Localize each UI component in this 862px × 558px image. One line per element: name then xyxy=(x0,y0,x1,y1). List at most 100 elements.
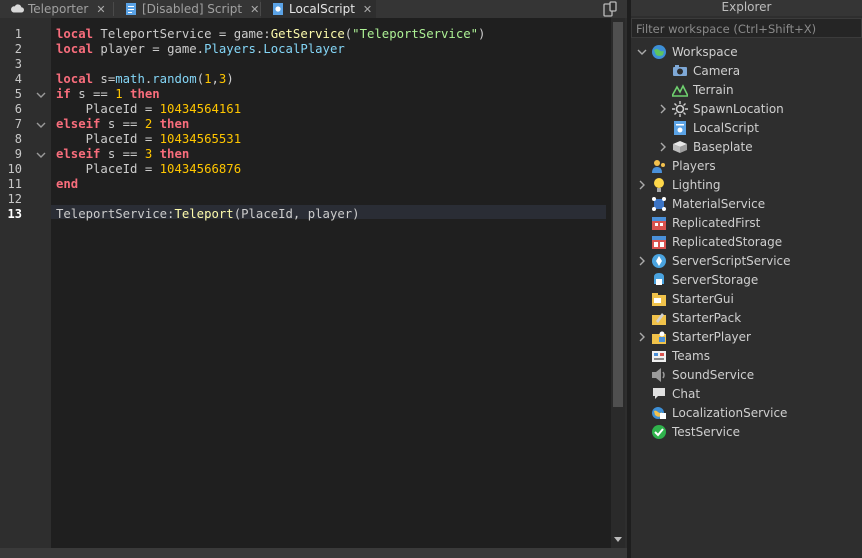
explorer-item-teams[interactable]: Teams xyxy=(636,346,710,365)
explorer-item-lighting[interactable]: Lighting xyxy=(636,175,721,194)
scroll-down-arrow-icon[interactable] xyxy=(611,532,625,546)
cloud-icon xyxy=(10,2,24,16)
localscript-icon xyxy=(672,120,688,136)
line-number: 10 xyxy=(7,162,22,176)
explorer-item-replicatedstorage[interactable]: ReplicatedStorage xyxy=(636,232,782,251)
serverscriptservice-icon xyxy=(651,253,667,269)
explorer-item-label: Workspace xyxy=(672,44,738,59)
code-token: s == xyxy=(100,117,145,131)
fold-chevron-icon[interactable] xyxy=(36,119,46,129)
chevron-right-icon[interactable] xyxy=(636,179,648,191)
chevron-right-icon[interactable] xyxy=(657,141,669,153)
close-icon[interactable]: ✕ xyxy=(363,3,372,16)
explorer-item-label: SpawnLocation xyxy=(693,101,784,116)
explorer-item-soundservice[interactable]: SoundService xyxy=(636,365,754,384)
explorer-item-chat[interactable]: Chat xyxy=(636,384,700,403)
horizontal-scrollbar[interactable] xyxy=(0,548,627,558)
explorer-item-startergui[interactable]: StarterGui xyxy=(636,289,734,308)
chevron-right-icon[interactable] xyxy=(636,331,648,343)
chevron-right-icon[interactable] xyxy=(657,103,669,115)
code-token: end xyxy=(56,177,79,191)
line-number: 3 xyxy=(14,57,22,71)
explorer-title: Explorer xyxy=(631,0,862,16)
code-editor[interactable]: local TeleportService = game:GetService (… xyxy=(51,18,611,548)
tree-arrow-spacer xyxy=(636,350,648,362)
spawnlocation-icon xyxy=(672,100,688,117)
explorer-item-label: Players xyxy=(672,158,716,173)
line-number: 13 xyxy=(7,207,22,221)
chevron-right-icon[interactable] xyxy=(636,255,648,267)
code-token: Teleport xyxy=(174,207,234,221)
explorer-item-serverstorage[interactable]: ServerStorage xyxy=(636,270,758,289)
tab-label: [Disabled] Script xyxy=(142,2,243,16)
explorer-item-workspace[interactable]: Workspace xyxy=(636,42,738,61)
code-token: player = game. xyxy=(93,42,205,56)
explorer-item-starterplayer[interactable]: StarterPlayer xyxy=(636,327,751,346)
vertical-scrollbar[interactable] xyxy=(611,18,625,548)
explorer-item-baseplate[interactable]: Baseplate xyxy=(657,137,753,156)
explorer-item-label: Chat xyxy=(672,386,701,401)
code-line: if s == 1 then xyxy=(56,87,160,102)
explorer-item-replicatedfirst[interactable]: ReplicatedFirst xyxy=(636,213,760,232)
explorer-item-localizationservice[interactable]: LocalizationService xyxy=(636,403,787,422)
code-token: local xyxy=(56,72,94,86)
tab-label: LocalScript xyxy=(289,2,355,16)
scrollbar-thumb[interactable] xyxy=(613,22,623,407)
lighting-icon xyxy=(651,177,667,193)
starterpack-icon xyxy=(651,310,667,326)
line-number: 5 xyxy=(14,87,22,101)
explorer-panel: Explorer Filter workspace (Ctrl+Shift+X)… xyxy=(631,0,862,558)
explorer-item-players[interactable]: Players xyxy=(636,156,716,175)
explorer-item-label: StarterPlayer xyxy=(672,329,751,344)
code-token: 10434566876 xyxy=(159,162,242,176)
tree-arrow-spacer xyxy=(636,312,648,324)
code-line: PlaceId = 10434565531 xyxy=(56,132,241,147)
code-token: elseif xyxy=(56,147,101,161)
explorer-item-label: Terrain xyxy=(693,82,734,97)
code-token: GetService xyxy=(270,27,345,41)
close-icon[interactable]: ✕ xyxy=(96,3,105,16)
line-number: 7 xyxy=(14,117,22,131)
device-toggle-icon[interactable] xyxy=(600,0,620,18)
explorer-item-label: ServerScriptService xyxy=(672,253,791,268)
explorer-item-terrain[interactable]: Terrain xyxy=(657,80,734,99)
code-token: local xyxy=(56,27,94,41)
explorer-item-testservice[interactable]: TestService xyxy=(636,422,740,441)
localscript-icon xyxy=(271,2,285,16)
tree-arrow-spacer xyxy=(636,274,648,286)
explorer-item-spawnlocation[interactable]: SpawnLocation xyxy=(657,99,784,118)
tab-disabled-script[interactable]: [Disabled] Script ✕ xyxy=(114,0,260,18)
tab-localscript[interactable]: LocalScript ✕ xyxy=(261,0,376,18)
close-icon[interactable]: ✕ xyxy=(250,3,259,16)
tree-arrow-spacer xyxy=(636,198,648,210)
replicatedstorage-icon xyxy=(651,234,667,250)
code-token: 1 xyxy=(115,87,123,101)
line-number: 6 xyxy=(14,102,22,116)
explorer-item-starterpack[interactable]: StarterPack xyxy=(636,308,741,327)
code-token: "TeleportService" xyxy=(352,27,479,41)
code-token: math xyxy=(115,72,145,86)
code-line: local s=math.random(1,3) xyxy=(56,72,234,87)
tree-arrow-spacer xyxy=(636,388,648,400)
code-token: 10434565531 xyxy=(159,132,242,146)
script-icon xyxy=(124,2,138,16)
tab-bar: Teleporter ✕ [Disabled] Script ✕ LocalSc… xyxy=(0,0,627,18)
explorer-filter-input[interactable]: Filter workspace (Ctrl+Shift+X) xyxy=(631,18,862,38)
line-number: 11 xyxy=(7,177,22,191)
explorer-item-localscript[interactable]: LocalScript xyxy=(657,118,759,137)
explorer-item-materialservice[interactable]: MaterialService xyxy=(636,194,765,213)
explorer-item-camera[interactable]: Camera xyxy=(657,61,740,80)
chevron-down-icon[interactable] xyxy=(636,46,648,58)
line-number: 8 xyxy=(14,132,22,146)
explorer-item-label: LocalScript xyxy=(693,120,759,135)
explorer-item-serverscriptservice[interactable]: ServerScriptService xyxy=(636,251,791,270)
camera-icon xyxy=(672,63,688,79)
fold-chevron-icon[interactable] xyxy=(36,89,46,99)
explorer-item-label: ReplicatedFirst xyxy=(672,215,761,230)
code-line: elseif s == 3 then xyxy=(56,147,189,162)
tab-teleporter[interactable]: Teleporter ✕ xyxy=(0,0,113,18)
line-number: 12 xyxy=(7,192,22,206)
fold-chevron-icon[interactable] xyxy=(36,149,46,159)
testservice-icon xyxy=(651,424,667,440)
